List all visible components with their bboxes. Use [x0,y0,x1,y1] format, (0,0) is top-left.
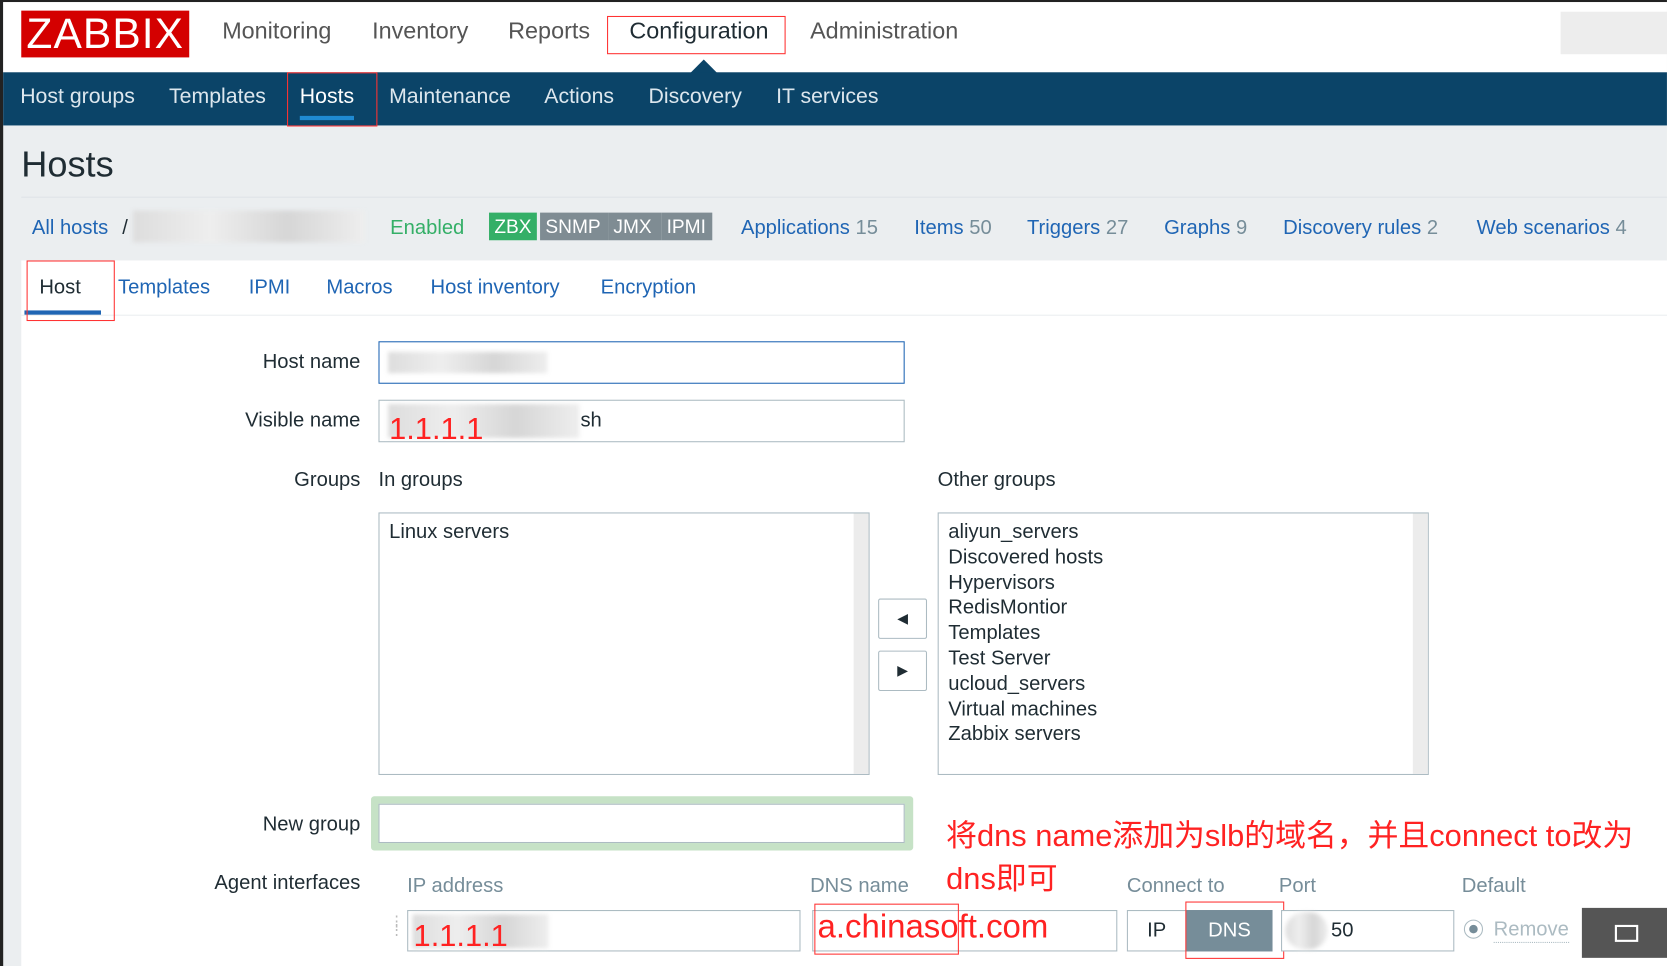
visible-name-label: Visible name [245,409,361,432]
redacted-host-name [388,351,548,374]
new-group-input[interactable] [378,803,905,844]
subnav-discovery[interactable]: Discovery [648,85,741,109]
subnav-maintenance[interactable]: Maintenance [389,85,511,109]
subnav-templates[interactable]: Templates [169,85,266,109]
highlight-box [814,903,959,955]
discovery-rules-link[interactable]: Discovery rules 2 [1283,217,1438,240]
tab-divider [21,314,1667,316]
connect-ip-button[interactable]: IP [1126,910,1187,952]
header-connect-to: Connect to [1126,874,1225,898]
web-scenarios-link[interactable]: Web scenarios 4 [1477,217,1627,240]
header-dns-name: DNS name [810,874,909,898]
list-item[interactable]: Discovered hosts [948,545,1418,570]
nav-administration[interactable]: Administration [810,17,958,45]
badge-zbx: ZBX [489,212,537,241]
list-item[interactable]: Hypervisors [948,570,1418,595]
header-default: Default [1461,874,1526,898]
groups-label: Groups [294,468,361,492]
badge-ipmi: IPMI [661,212,713,241]
breadcrumb-separator: / [122,216,128,240]
list-item[interactable]: Test Server [948,646,1418,671]
fullscreen-button[interactable] [1581,907,1667,958]
default-radio[interactable] [1463,919,1484,939]
arrow-right-icon: ▶ [897,662,908,679]
in-groups-list[interactable]: Linux servers [378,512,870,775]
badge-jmx: JMX [608,212,662,241]
tab-macros[interactable]: Macros [326,276,392,299]
new-group-label: New group [262,813,361,836]
list-item[interactable]: ucloud_servers [948,672,1418,697]
redacted-host-name [132,210,365,243]
move-left-button[interactable]: ◀ [878,598,928,639]
other-groups-label: Other groups [937,468,1056,492]
arrow-left-icon: ◀ [897,610,908,627]
visible-name-suffix: sh [580,409,602,432]
list-item[interactable]: RedisMontior [948,596,1418,621]
top-bar: ZABBIX Monitoring Inventory Reports Conf… [3,2,1667,74]
page-title: Hosts [21,144,114,185]
all-hosts-link[interactable]: All hosts [32,217,108,240]
tab-encryption[interactable]: Encryption [601,276,696,299]
other-groups-list[interactable]: aliyun_servers Discovered hosts Hypervis… [937,512,1429,775]
items-link[interactable]: Items 50 [914,217,991,240]
applications-link[interactable]: Applications 15 [741,217,878,240]
scrollbar[interactable] [1412,513,1428,774]
active-pointer [689,59,718,74]
search-input[interactable] [1560,11,1667,55]
highlight-box [26,260,115,322]
nav-inventory[interactable]: Inventory [372,17,468,45]
status-enabled[interactable]: Enabled [390,217,464,240]
header-ip-address: IP address [407,874,504,898]
subnav-actions[interactable]: Actions [544,85,614,109]
list-item[interactable]: Templates [948,621,1418,646]
subnav-host-groups[interactable]: Host groups [20,85,135,109]
highlight-box [1185,901,1285,959]
nav-monitoring[interactable]: Monitoring [222,17,331,45]
scrollbar[interactable] [853,513,869,774]
triggers-link[interactable]: Triggers 27 [1027,217,1128,240]
graphs-link[interactable]: Graphs 9 [1164,217,1247,240]
remove-link[interactable]: Remove [1493,919,1569,943]
highlight-box [287,72,378,127]
highlight-box [607,15,786,55]
visible-name-annotation: 1.1.1.1 [389,412,484,447]
tab-host-inventory[interactable]: Host inventory [431,276,560,299]
redacted-port [1285,912,1328,950]
drag-handle-icon[interactable]: ⋮⋮ [389,913,404,936]
in-groups-label: In groups [378,468,463,492]
subnav-it-services[interactable]: IT services [776,85,878,109]
move-right-button[interactable]: ▶ [878,650,928,692]
tab-templates[interactable]: Templates [118,276,210,299]
fullscreen-icon [1614,924,1638,942]
ip-annotation: 1.1.1.1 [413,919,508,954]
nav-reports[interactable]: Reports [508,17,590,45]
header-port: Port [1278,874,1316,898]
list-item[interactable]: aliyun_servers [948,520,1418,545]
list-item[interactable]: Zabbix servers [948,722,1418,747]
host-name-label: Host name [262,350,361,374]
badge-snmp: SNMP [540,212,609,241]
zabbix-logo[interactable]: ZABBIX [21,10,190,58]
list-item[interactable]: Linux servers [389,520,859,545]
list-item[interactable]: Virtual machines [948,697,1418,722]
agent-interfaces-label: Agent interfaces [214,871,361,895]
tab-ipmi[interactable]: IPMI [249,276,291,299]
